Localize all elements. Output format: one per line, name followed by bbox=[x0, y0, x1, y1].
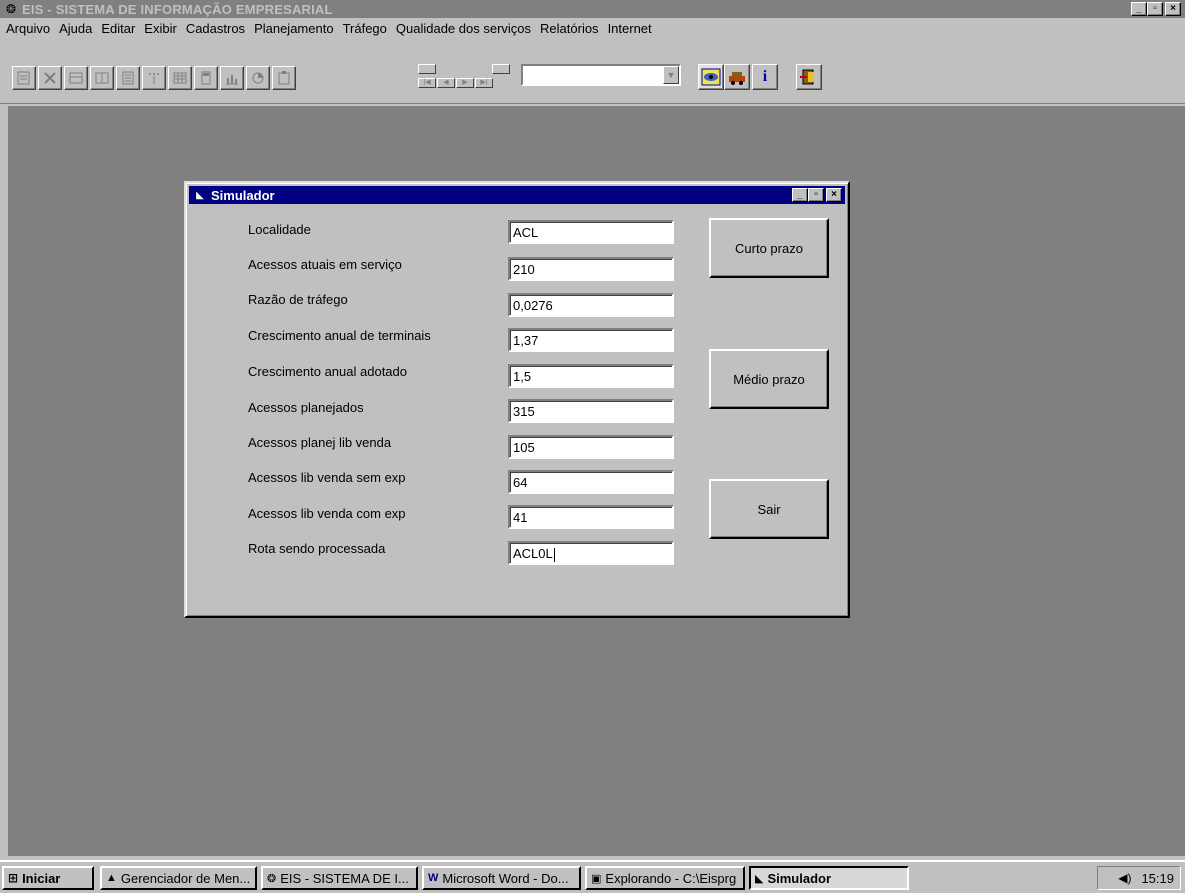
scroll-up-left-icon[interactable] bbox=[418, 64, 436, 74]
menu-bar: Arquivo Ajuda Editar Exibir Cadastros Pl… bbox=[0, 18, 1185, 38]
task-word-label: Microsoft Word - Do... bbox=[442, 870, 569, 886]
toolbar: |◀ ◀ ▶ ▶| ▼ i bbox=[0, 38, 1185, 104]
taskbar: ⊞ Iniciar ▲ Gerenciador de Men... ❂ EIS … bbox=[0, 860, 1185, 893]
scroll-up-right-icon[interactable] bbox=[492, 64, 510, 74]
dialog-title-bar: ◣ Simulador _ ▫ × bbox=[189, 186, 845, 204]
task-word[interactable]: W Microsoft Word - Do... bbox=[422, 866, 581, 890]
dialog-minimize-button[interactable]: _ bbox=[792, 188, 808, 202]
field-rota-processada[interactable]: ACL0L bbox=[508, 541, 674, 565]
form2-icon[interactable] bbox=[90, 66, 114, 90]
dialog-maximize-button[interactable]: ▫ bbox=[808, 188, 824, 202]
label-acessos-com-exp: Acessos lib venda com exp bbox=[248, 506, 406, 521]
menu-arquivo[interactable]: Arquivo bbox=[6, 21, 50, 36]
table-icon[interactable] bbox=[168, 66, 192, 90]
sair-button[interactable]: Sair bbox=[709, 479, 829, 539]
word-icon: W bbox=[428, 872, 439, 884]
task-eis-label: EIS - SISTEMA DE I... bbox=[280, 870, 409, 886]
first-icon[interactable]: |◀ bbox=[418, 78, 436, 88]
last-icon[interactable]: ▶| bbox=[475, 78, 493, 88]
field-acessos-sem-exp[interactable]: 64 bbox=[508, 470, 674, 494]
label-acessos-atuais: Acessos atuais em serviço bbox=[248, 257, 402, 272]
field-crescimento-terminais[interactable]: 1,37 bbox=[508, 328, 674, 352]
task-gerenciador[interactable]: ▲ Gerenciador de Men... bbox=[100, 866, 257, 890]
label-acessos-planejados: Acessos planejados bbox=[248, 400, 364, 415]
explorer-icon: ▣ bbox=[591, 872, 602, 885]
main-window: ❂ EIS - SISTEMA DE INFORMAÇÃO EMPRESARIA… bbox=[0, 0, 1185, 860]
text-caret bbox=[553, 547, 555, 562]
label-crescimento-adotado: Crescimento anual adotado bbox=[248, 364, 407, 379]
gerenciador-icon: ▲ bbox=[106, 872, 117, 884]
window-controls: _ ▫ × bbox=[1131, 2, 1181, 16]
windows-logo-icon: ⊞ bbox=[8, 871, 19, 885]
toolbar-combo[interactable]: ▼ bbox=[521, 64, 681, 86]
chevron-down-icon[interactable]: ▼ bbox=[663, 66, 679, 84]
close-button[interactable]: × bbox=[1165, 2, 1181, 16]
info-icon[interactable]: i bbox=[752, 64, 778, 90]
start-button[interactable]: ⊞ Iniciar bbox=[2, 866, 94, 890]
previous-icon[interactable]: ◀ bbox=[437, 78, 455, 88]
clock: 15:19 bbox=[1141, 870, 1174, 886]
field-crescimento-adotado[interactable]: 1,5 bbox=[508, 364, 674, 388]
pie-chart-icon[interactable] bbox=[246, 66, 270, 90]
label-localidade: Localidade bbox=[248, 222, 311, 237]
eye-icon[interactable] bbox=[698, 64, 724, 90]
menu-editar[interactable]: Editar bbox=[101, 21, 135, 36]
minimize-button[interactable]: _ bbox=[1131, 2, 1147, 16]
dialog-window-controls: _ ▫ × bbox=[792, 188, 842, 202]
app-title: EIS - SISTEMA DE INFORMAÇÃO EMPRESARIAL bbox=[22, 1, 333, 17]
simulator-dialog: ◣ Simulador _ ▫ × Localidade ACL Acessos… bbox=[184, 181, 850, 618]
field-rota-processada-value: ACL0L bbox=[513, 546, 553, 561]
menu-trafego[interactable]: Tráfego bbox=[343, 21, 387, 36]
next-icon[interactable]: ▶ bbox=[456, 78, 474, 88]
record-navigator: |◀ ◀ ▶ ▶| bbox=[418, 64, 510, 90]
find-icon[interactable] bbox=[116, 66, 140, 90]
curto-prazo-button[interactable]: Curto prazo bbox=[709, 218, 829, 278]
task-explorer[interactable]: ▣ Explorando - C:\Eisprg bbox=[585, 866, 745, 890]
system-tray: ◀) 15:19 bbox=[1097, 866, 1181, 890]
menu-internet[interactable]: Internet bbox=[608, 21, 652, 36]
field-localidade[interactable]: ACL bbox=[508, 220, 674, 244]
volume-icon[interactable]: ◀) bbox=[1118, 871, 1131, 885]
properties-icon[interactable] bbox=[272, 66, 296, 90]
label-razao-trafego: Razão de tráfego bbox=[248, 292, 348, 307]
car-icon[interactable] bbox=[724, 64, 750, 90]
field-acessos-com-exp[interactable]: 41 bbox=[508, 505, 674, 529]
delete-icon[interactable] bbox=[38, 66, 62, 90]
calculator-icon[interactable] bbox=[194, 66, 218, 90]
medio-prazo-button[interactable]: Médio prazo bbox=[709, 349, 829, 409]
task-gerenciador-label: Gerenciador de Men... bbox=[120, 870, 251, 886]
field-acessos-planej-lib[interactable]: 105 bbox=[508, 435, 674, 459]
start-label: Iniciar bbox=[22, 870, 61, 886]
menu-cadastros[interactable]: Cadastros bbox=[186, 21, 245, 36]
task-simulador-label: Simulador bbox=[767, 870, 832, 886]
label-crescimento-terminais: Crescimento anual de terminais bbox=[248, 328, 431, 343]
dialog-app-icon: ◣ bbox=[196, 189, 204, 201]
print-preview-icon[interactable] bbox=[12, 66, 36, 90]
exit-icon[interactable] bbox=[796, 64, 822, 90]
menu-qualidade[interactable]: Qualidade dos serviços bbox=[396, 21, 531, 36]
app-logo-icon: ❂ bbox=[5, 2, 17, 16]
task-simulador[interactable]: ◣ Simulador bbox=[749, 866, 909, 890]
task-explorer-label: Explorando - C:\Eisprg bbox=[605, 870, 737, 886]
menu-exibir[interactable]: Exibir bbox=[144, 21, 177, 36]
task-eis[interactable]: ❂ EIS - SISTEMA DE I... bbox=[261, 866, 418, 890]
app-logo-icon: ❂ bbox=[267, 872, 277, 885]
sort-icon[interactable] bbox=[142, 66, 166, 90]
field-acessos-atuais[interactable]: 210 bbox=[508, 257, 674, 281]
field-razao-trafego[interactable]: 0,0276 bbox=[508, 293, 674, 317]
menu-ajuda[interactable]: Ajuda bbox=[59, 21, 92, 36]
menu-planejamento[interactable]: Planejamento bbox=[254, 21, 334, 36]
dialog-app-icon: ◣ bbox=[755, 872, 764, 885]
bar-chart-icon[interactable] bbox=[220, 66, 244, 90]
label-acessos-sem-exp: Acessos lib venda sem exp bbox=[248, 470, 406, 485]
form-icon[interactable] bbox=[64, 66, 88, 90]
dialog-title: Simulador bbox=[211, 187, 275, 203]
label-acessos-planej-lib: Acessos planej lib venda bbox=[248, 435, 392, 450]
field-acessos-planejados[interactable]: 315 bbox=[508, 399, 674, 423]
menu-relatorios[interactable]: Relatórios bbox=[540, 21, 599, 36]
label-rota-processada: Rota sendo processada bbox=[248, 541, 386, 556]
dialog-close-button[interactable]: × bbox=[826, 188, 842, 202]
app-title-bar: ❂ EIS - SISTEMA DE INFORMAÇÃO EMPRESARIA… bbox=[0, 0, 1185, 18]
restore-button[interactable]: ▫ bbox=[1147, 2, 1163, 16]
